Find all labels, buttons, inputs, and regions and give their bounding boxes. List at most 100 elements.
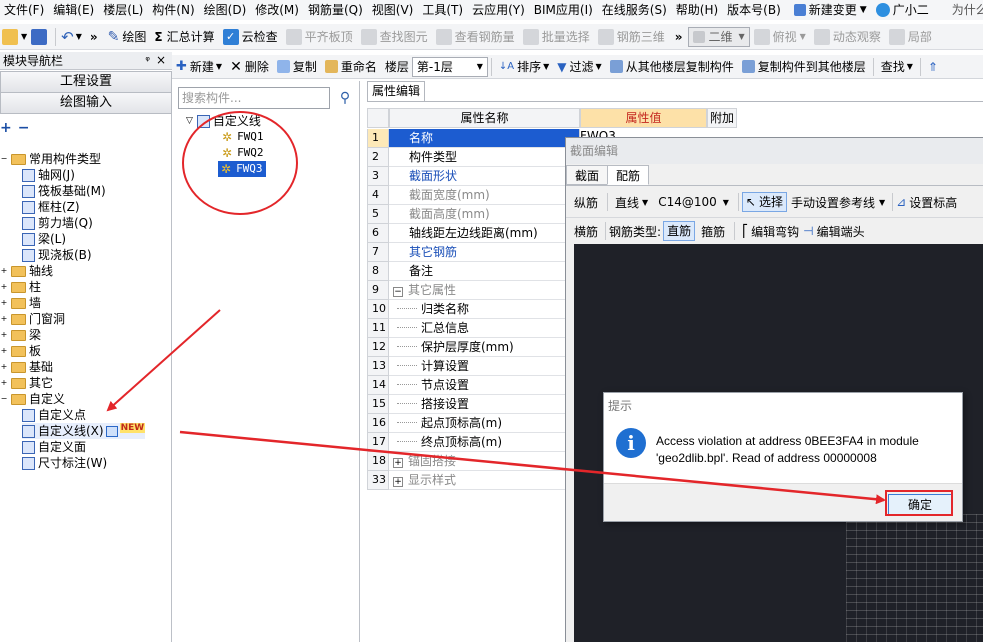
sum-calc-button[interactable]: Σ 汇总计算 (150, 25, 218, 49)
copy-to-floor-button[interactable]: 复制构件到其他楼层 (738, 55, 870, 78)
project-settings-button[interactable]: 工程设置 (0, 71, 172, 93)
edit-end-button[interactable]: ⊣ 编辑端头 (803, 223, 864, 240)
expand-icon[interactable]: + (0, 378, 8, 388)
tree-item[interactable]: 自定义面 (22, 439, 86, 455)
expand-icon[interactable]: + (0, 266, 8, 276)
sort-button[interactable]: ↓A 排序 ▼ (495, 55, 553, 78)
manual-ref-line-button[interactable]: 手动设置参考线 ▼ (791, 194, 885, 211)
menu-cloud[interactable]: 云应用(Y) (468, 0, 530, 20)
tree-item[interactable]: 框柱(Z) (22, 199, 80, 215)
new-change-menu[interactable]: 新建变更 ▼ (790, 0, 872, 20)
straight-rebar-toggle[interactable]: 直筋 (663, 221, 696, 241)
tree-item[interactable]: + 墙 (0, 295, 41, 311)
set-elevation-button[interactable]: ⊿ 设置标高 (896, 194, 957, 211)
tree-item[interactable]: 轴网(J) (22, 167, 75, 183)
tree-item[interactable]: − 自定义 (0, 391, 65, 407)
collapse-all-icon[interactable]: − (18, 120, 30, 136)
find-element-button[interactable]: 查找图元 (357, 25, 432, 49)
tree-item[interactable]: + 柱 (0, 279, 41, 295)
tab-property-edit[interactable]: 属性编辑 (367, 81, 426, 101)
menu-help[interactable]: 帮助(H) (672, 0, 723, 20)
list-item-fwq1[interactable]: ✲ FWQ1 (222, 129, 264, 145)
user-menu[interactable]: 广小二 (872, 0, 934, 20)
expand-all-icon[interactable]: + (0, 120, 12, 136)
cloud-check-button[interactable]: ✓ 云检查 (219, 25, 282, 49)
expand-icon[interactable]: + (0, 362, 8, 372)
expand-icon[interactable]: + (0, 314, 8, 324)
menu-online[interactable]: 在线服务(S) (598, 0, 672, 20)
search-icon[interactable]: ⚲ (334, 87, 356, 109)
tab-section[interactable]: 截面 (566, 165, 609, 185)
menu-view[interactable]: 视图(V) (368, 0, 419, 20)
tree-item[interactable]: + 其它 (0, 375, 53, 391)
rebar-spec-select[interactable]: C14@100 ▼ (658, 195, 729, 209)
menu-component[interactable]: 构件(N) (148, 0, 199, 20)
tree-item[interactable]: 自定义点 (22, 407, 86, 423)
tree-item[interactable]: 剪力墙(Q) (22, 215, 93, 231)
draw-button[interactable]: ✎ 绘图 (104, 25, 151, 49)
menu-edit[interactable]: 编辑(E) (49, 0, 99, 20)
menu-tools[interactable]: 工具(T) (418, 0, 468, 20)
tree-item[interactable]: 自定义线(X) NEW (22, 423, 146, 439)
rename-button[interactable]: 重命名 (321, 55, 381, 78)
move-up-icon[interactable]: ⇑ (924, 55, 942, 78)
menu-rebar-qty[interactable]: 钢筋量(Q) (304, 0, 368, 20)
more-icon[interactable]: » (84, 25, 104, 49)
line-type-select[interactable]: 直线 ▼ (615, 194, 648, 211)
floor-select[interactable]: 第-1层 ▼ (411, 56, 488, 77)
copy-button[interactable]: 复制 (273, 55, 321, 78)
tree-item[interactable]: + 门窗洞 (0, 311, 65, 327)
ok-button[interactable]: 确定 (888, 494, 952, 516)
tree-item[interactable]: 筏板基础(M) (22, 183, 106, 199)
collapse-icon[interactable]: − (0, 154, 8, 164)
search-input[interactable]: 搜索构件... (178, 87, 330, 109)
local-view-button[interactable]: 局部 (885, 25, 936, 49)
rebar-3d-button[interactable]: 钢筋三维 (594, 25, 669, 49)
more-icon[interactable]: » (669, 25, 689, 49)
pin-icon[interactable]: ᵠ (145, 54, 150, 67)
menu-version[interactable]: 版本号(B) (723, 0, 786, 20)
tree-item[interactable]: − 常用构件类型 (0, 151, 101, 167)
menu-floor[interactable]: 楼层(L) (99, 0, 148, 20)
tree-item[interactable]: + 梁 (0, 327, 41, 343)
dynamic-view-button[interactable]: 动态观察 (810, 25, 885, 49)
expand-icon[interactable]: + (0, 346, 8, 356)
list-item-fwq3[interactable]: ✲ FWQ3 (218, 161, 266, 177)
help-hint[interactable]: 为什么 (934, 0, 983, 20)
expand-icon[interactable]: + (0, 330, 8, 340)
tree-item[interactable]: + 板 (0, 343, 41, 359)
draw-input-button[interactable]: 绘图输入 (0, 92, 172, 114)
menu-file[interactable]: 文件(F) (0, 0, 49, 20)
open-button[interactable]: ▼ (0, 25, 29, 49)
undo-button[interactable]: ↶ ▼ (59, 25, 84, 49)
expand-icon[interactable]: + (0, 298, 8, 308)
close-icon[interactable]: × (156, 53, 166, 67)
batch-select-button[interactable]: 批量选择 (519, 25, 594, 49)
expand-icon[interactable]: + (0, 282, 8, 292)
view-rebar-button[interactable]: 查看钢筋量 (432, 25, 519, 49)
filter-button[interactable]: ▼ 过滤 ▼ (553, 55, 605, 78)
save-button[interactable] (29, 25, 52, 49)
menu-draw[interactable]: 绘图(D) (200, 0, 252, 20)
view-mode-select[interactable]: 二维 ▼ (688, 26, 750, 47)
menu-bim[interactable]: BIM应用(I) (530, 0, 598, 20)
expand-icon[interactable]: + (393, 458, 403, 468)
new-button[interactable]: ✚ 新建 ▼ (172, 55, 226, 78)
tree-item[interactable]: 梁(L) (22, 231, 66, 247)
menu-modify[interactable]: 修改(M) (251, 0, 304, 20)
tree-item[interactable]: + 基础 (0, 359, 53, 375)
stirrup-toggle[interactable]: 箍筋 (701, 223, 725, 240)
select-tool-button[interactable]: ↖ 选择 (741, 192, 787, 212)
list-item-fwq2[interactable]: ✲ FWQ2 (222, 145, 264, 161)
tab-reinforcement[interactable]: 配筋 (607, 165, 650, 185)
top-view-button[interactable]: 俯视 ▼ (750, 25, 810, 49)
delete-button[interactable]: ✕ 删除 (226, 55, 273, 78)
flat-plate-button[interactable]: 平齐板顶 (282, 25, 357, 49)
collapse-icon[interactable]: − (0, 394, 8, 404)
list-root[interactable]: ▽ 自定义线 (186, 113, 261, 129)
tree-item[interactable]: 现浇板(B) (22, 247, 92, 263)
tree-item[interactable]: 尺寸标注(W) (22, 455, 107, 471)
copy-from-floor-button[interactable]: 从其他楼层复制构件 (606, 55, 738, 78)
edit-hook-button[interactable]: ⎡ 编辑弯钩 (742, 223, 799, 240)
collapse-icon[interactable]: − (393, 287, 403, 297)
